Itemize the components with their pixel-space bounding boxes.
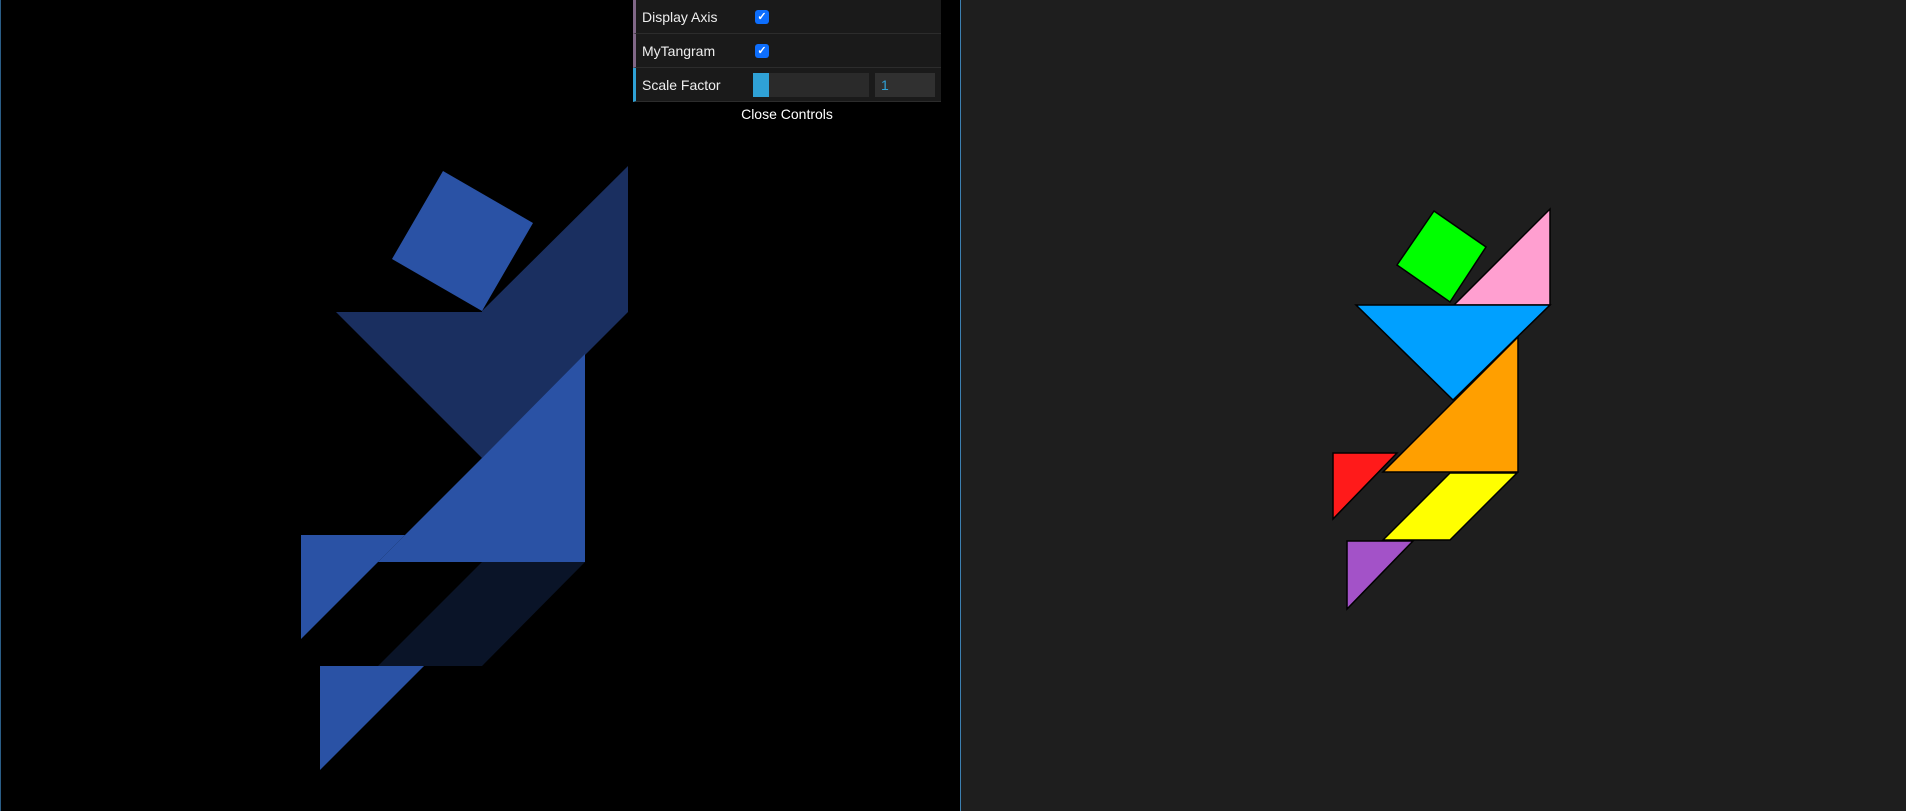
controls-panel: Display Axis ✓ MyTangram ✓ Scale Factor … [633, 0, 941, 126]
tangram-yellow-parallelogram [1381, 472, 1519, 541]
my-tangram-checkbox[interactable]: ✓ [755, 43, 769, 58]
display-axis-row[interactable]: Display Axis ✓ [633, 0, 941, 34]
tangram-large-triangle-left-3d [336, 312, 482, 458]
tangram-2d-view [1332, 207, 1552, 611]
canvas-2d-view[interactable] [961, 0, 1906, 811]
display-axis-checkbox[interactable]: ✓ [755, 9, 769, 24]
display-axis-label: Display Axis [642, 8, 718, 25]
tangram-parallelogram-3d [378, 562, 585, 666]
checkmark-icon: ✓ [757, 10, 767, 23]
scale-factor-input[interactable]: 1 [875, 72, 935, 97]
tangram-purple-triangle [1346, 540, 1415, 611]
tangram-small-triangle-bottom-3d [320, 666, 424, 770]
scale-factor-slider-fill [753, 72, 770, 97]
scale-factor-row[interactable]: Scale Factor 1 [633, 68, 941, 102]
tangram-blue-triangle [1354, 304, 1552, 402]
my-tangram-row[interactable]: MyTangram ✓ [633, 34, 941, 68]
scale-factor-slider[interactable] [753, 72, 869, 97]
close-controls-button[interactable]: Close Controls [633, 102, 941, 126]
checkmark-icon: ✓ [757, 44, 767, 57]
scale-factor-label: Scale Factor [642, 76, 721, 93]
tangram-red-triangle [1332, 452, 1399, 521]
my-tangram-label: MyTangram [642, 42, 716, 59]
tangram-small-triangle-left-3d [301, 535, 405, 639]
